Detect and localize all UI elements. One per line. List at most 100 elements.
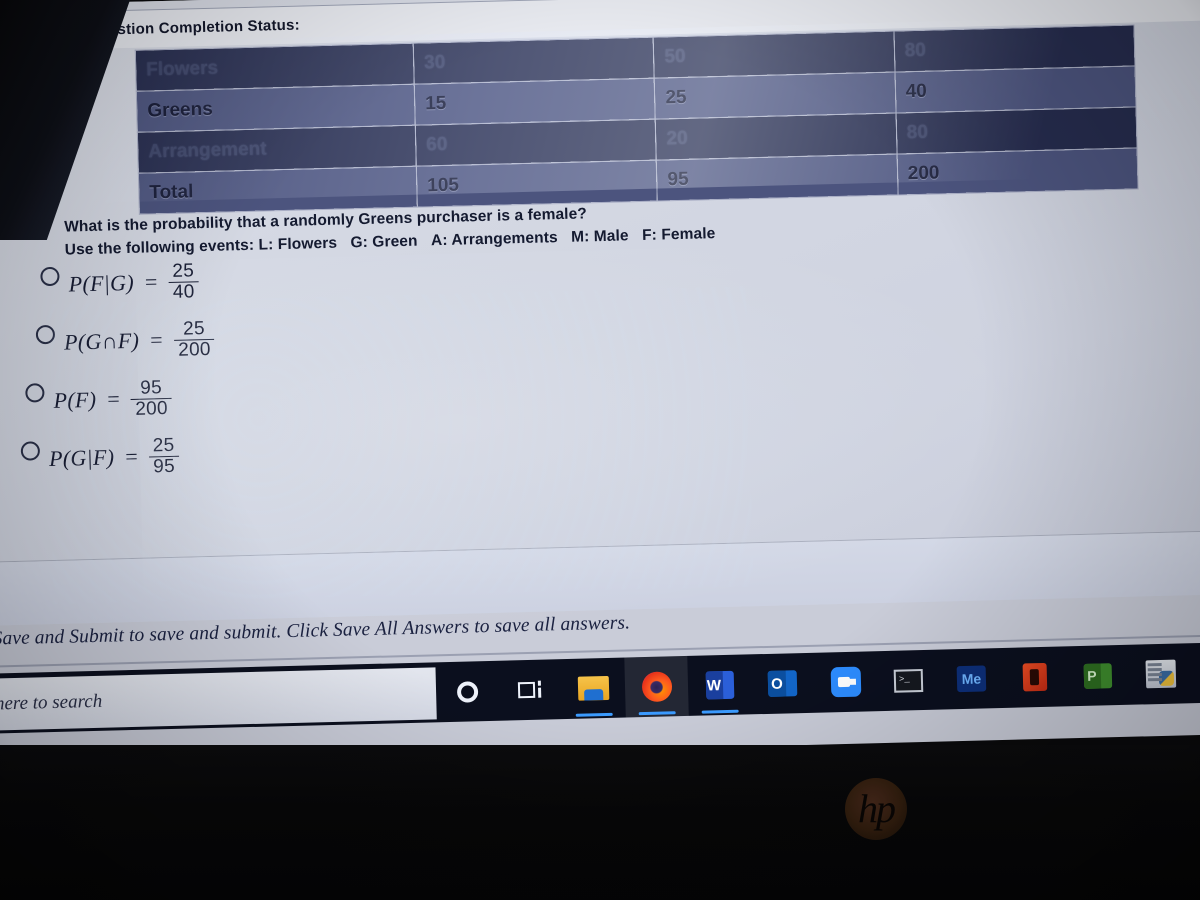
event-item: L: Flowers: [258, 235, 337, 254]
answer-option[interactable]: P(F|G) = 25 40: [40, 252, 214, 314]
fraction-denominator: 200: [131, 397, 173, 420]
radio-button-icon[interactable]: [25, 383, 45, 403]
running-indicator: [701, 709, 739, 714]
equals-sign: =: [106, 386, 121, 412]
running-indicator: [638, 711, 676, 716]
taskbar-item-file-explorer[interactable]: [561, 658, 625, 720]
taskbar-item-zoom[interactable]: [813, 651, 877, 713]
answer-options-list: P(F|G) = 25 40 P(G∩F) = 25 200 P(F) = 95…: [20, 252, 218, 489]
table-cell: 15: [414, 78, 656, 126]
equals-sign: =: [149, 327, 164, 353]
table-cell: 95: [656, 153, 898, 202]
fraction: 25 200: [173, 317, 216, 361]
row-label: Greens: [136, 84, 416, 133]
event-key: G:: [350, 233, 369, 252]
table-cell: 80: [893, 24, 1135, 73]
chevron-down-icon[interactable]: ▾: [74, 24, 81, 37]
taskbar-item-cortana[interactable]: [435, 661, 499, 723]
table-cell: 50: [653, 31, 895, 79]
laptop-screen-photo: ▾ Question Completion Status: Flowers 30…: [0, 0, 1200, 900]
fraction-denominator: 40: [168, 280, 199, 303]
zoom-icon[interactable]: [830, 666, 861, 698]
fraction-numerator: 25: [182, 317, 206, 340]
answer-option[interactable]: P(G∩F) = 25 200: [35, 310, 216, 372]
search-placeholder-text: pe here to search: [0, 690, 103, 715]
footer-band: [0, 530, 1200, 627]
fraction: 25 95: [149, 434, 180, 478]
taskbar-item-outlook[interactable]: [750, 653, 814, 715]
event-item: F: Female: [642, 225, 716, 244]
table-cell: 20: [655, 113, 897, 161]
event-item: M: Male: [571, 227, 629, 245]
event-name: Flowers: [277, 234, 338, 254]
word-icon[interactable]: [705, 670, 734, 700]
laptop-bezel-bottom: [0, 745, 1200, 900]
answer-expression: P(G|F) = 25 95: [48, 434, 180, 479]
cortana-icon[interactable]: [456, 680, 479, 703]
probability-expression: P(G∩F): [63, 327, 140, 355]
fraction-denominator: 95: [149, 455, 180, 478]
equals-sign: =: [144, 269, 158, 295]
publisher-icon[interactable]: [1083, 662, 1112, 689]
row-label: Total: [138, 166, 418, 215]
event-name: Arrangements: [451, 229, 558, 249]
event-key: A:: [430, 231, 448, 250]
contingency-table-wrapper: Flowers 30 50 80 Greens 15 25 40 Arrange…: [135, 24, 1139, 215]
firefox-icon[interactable]: [641, 671, 672, 703]
running-indicator: [575, 712, 613, 717]
outlook-icon[interactable]: [767, 670, 798, 697]
taskbar-search-box[interactable]: pe here to search: [0, 667, 437, 732]
radio-button-icon[interactable]: [35, 324, 56, 345]
table-cell: 30: [413, 37, 655, 85]
office-icon[interactable]: [1022, 662, 1047, 692]
event-name: Male: [593, 227, 629, 246]
event-name: Green: [372, 232, 418, 251]
command-prompt-icon[interactable]: [893, 668, 924, 693]
task-view-icon[interactable]: [517, 680, 543, 701]
event-item: A: Arrangements: [431, 229, 558, 249]
table-cell: 60: [415, 119, 657, 167]
answer-expression: P(F) = 95 200: [53, 377, 173, 421]
taskbar-item-office[interactable]: [1002, 646, 1066, 708]
table-cell: 105: [416, 160, 658, 208]
row-label: Arrangement: [137, 125, 417, 174]
windows-taskbar: pe here to search: [0, 641, 1200, 735]
hp-logo: hp: [845, 778, 907, 840]
fraction-numerator: 25: [172, 259, 195, 282]
taskbar-item-firefox[interactable]: [624, 655, 689, 718]
equals-sign: =: [124, 443, 139, 470]
table-cell: 200: [896, 147, 1139, 195]
taskbar-item-python-ide[interactable]: [1128, 643, 1192, 705]
probability-expression: P(G|F): [48, 444, 115, 472]
probability-expression: P(F|G): [68, 269, 135, 297]
taskbar-item-command-prompt[interactable]: [876, 650, 940, 712]
radio-button-icon[interactable]: [40, 266, 60, 287]
taskbar-item-word[interactable]: [687, 654, 751, 716]
fraction: 25 40: [168, 259, 199, 303]
me-icon[interactable]: Me: [956, 665, 987, 693]
table-body: Flowers 30 50 80 Greens 15 25 40 Arrange…: [135, 24, 1139, 215]
row-label: Flowers: [135, 43, 415, 92]
event-key: L:: [258, 236, 274, 254]
file-explorer-icon[interactable]: [577, 675, 610, 701]
question-completion-status-label: Question Completion Status:: [87, 16, 300, 39]
taskbar-icon-strip: Me: [435, 642, 1200, 723]
screen-content: ▾ Question Completion Status: Flowers 30…: [0, 0, 1200, 767]
answer-expression: P(G∩F) = 25 200: [63, 317, 216, 363]
table-cell: 80: [895, 106, 1138, 154]
taskbar-item-publisher[interactable]: [1065, 645, 1129, 707]
answer-expression: P(F|G) = 25 40: [68, 259, 199, 305]
taskbar-item-task-view[interactable]: [498, 659, 562, 721]
python-ide-icon[interactable]: [1145, 659, 1176, 689]
answer-option[interactable]: P(F) = 95 200: [25, 368, 217, 431]
taskbar-item-me[interactable]: Me: [939, 648, 1003, 710]
table-cell: 40: [894, 65, 1137, 114]
fraction-denominator: 200: [173, 338, 216, 361]
probability-expression: P(F): [53, 386, 97, 413]
event-key: M:: [570, 228, 590, 246]
radio-button-icon[interactable]: [20, 441, 41, 461]
fraction: 95 200: [131, 377, 173, 420]
table-cell: 25: [654, 72, 896, 120]
answer-option[interactable]: P(G|F) = 25 95: [20, 426, 218, 489]
browser-page: ▾ Question Completion Status: Flowers 30…: [0, 0, 1200, 669]
